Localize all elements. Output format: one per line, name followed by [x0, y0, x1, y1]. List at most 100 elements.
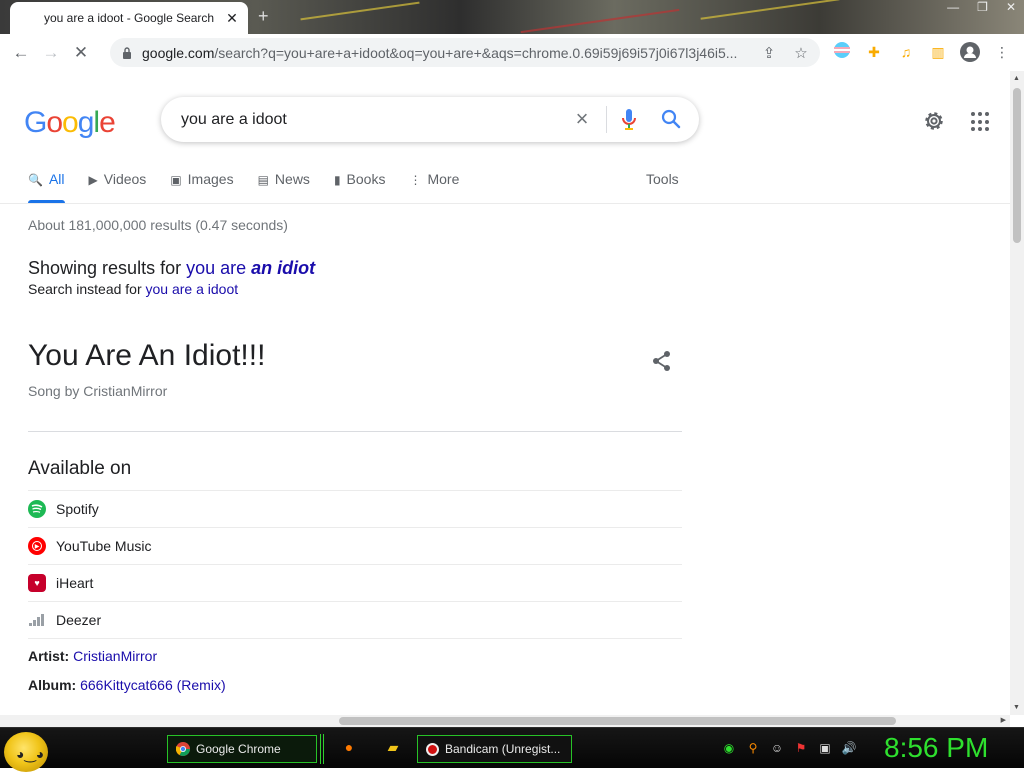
- available-on-heading: Available on: [28, 458, 132, 479]
- provider-row[interactable]: Spotify: [28, 490, 682, 527]
- original-query-link[interactable]: you are a idoot: [146, 281, 239, 297]
- microphone-icon[interactable]: [622, 109, 636, 131]
- provider-name: Deezer: [56, 612, 102, 628]
- tray-volume-icon[interactable]: 🔊: [841, 740, 857, 756]
- chrome-icon: [176, 742, 190, 756]
- tray-search-icon[interactable]: ⚲: [745, 740, 761, 756]
- lock-icon: [123, 46, 131, 59]
- deezer-icon: [28, 611, 46, 629]
- search-icon: 🔍: [28, 173, 43, 187]
- image-icon: ▣: [170, 173, 182, 187]
- artist-link[interactable]: CristianMirror: [73, 648, 157, 664]
- share-icon[interactable]: [651, 350, 673, 372]
- tabs-divider: [0, 203, 1010, 204]
- spotify-icon: [28, 500, 46, 518]
- taskbar: ◕‿◕ Google Chrome ● ▰ Bandicam (Unregist…: [0, 727, 1024, 772]
- search-icon[interactable]: [661, 109, 681, 129]
- forward-button[interactable]: →: [36, 38, 66, 68]
- scroll-up-arrow-icon[interactable]: ▲: [1013, 75, 1020, 82]
- start-button[interactable]: ◕‿◕: [4, 732, 48, 772]
- knowledge-panel-title: You Are An Idiot!!!: [28, 339, 266, 372]
- tab-books[interactable]: ▮ Books: [334, 171, 386, 203]
- close-window-icon[interactable]: ✕: [1006, 0, 1016, 14]
- search-results-page: Google you are a idoot × 🔍 All ▶ Videos ▣ Ima…: [0, 71, 1010, 715]
- provider-row[interactable]: Deezer: [28, 601, 682, 638]
- taskbar-separator: [320, 734, 324, 764]
- tab-label: News: [274, 171, 310, 187]
- vertical-scrollbar[interactable]: ▲ ▼: [1010, 71, 1024, 715]
- chrome-menu-icon[interactable]: ⋮: [992, 42, 1012, 62]
- smiley-face-icon: ◕‿◕: [16, 746, 45, 762]
- tab-videos[interactable]: ▶ Videos: [89, 171, 147, 203]
- browser-tab[interactable]: you are a idoot - Google Search ✕: [10, 2, 248, 34]
- tab-label: Images: [187, 171, 234, 187]
- tab-label: Videos: [103, 171, 147, 187]
- logo-letter: e: [99, 106, 116, 139]
- share-page-icon[interactable]: ⇪: [760, 44, 778, 62]
- vertical-scroll-thumb[interactable]: [1013, 88, 1021, 243]
- tab-more[interactable]: ⋮ More: [409, 171, 459, 203]
- provider-row[interactable]: ▶ YouTube Music: [28, 527, 682, 564]
- scroll-right-arrow-icon[interactable]: ▶: [1001, 716, 1006, 724]
- horizontal-scroll-thumb[interactable]: [339, 717, 896, 725]
- back-button[interactable]: ←: [6, 38, 36, 68]
- more-icon: ⋮: [409, 173, 422, 187]
- provider-name: iHeart: [56, 575, 94, 591]
- tab-images[interactable]: ▣ Images: [170, 171, 233, 203]
- panel-divider: [28, 431, 682, 432]
- firefox-icon[interactable]: ●: [340, 738, 358, 756]
- album-row: Album: 666Kittycat666 (Remix): [28, 677, 226, 693]
- taskbar-chrome-button[interactable]: Google Chrome: [167, 735, 317, 763]
- media-control-icon[interactable]: ♫: [896, 42, 916, 62]
- maximize-icon[interactable]: ❐: [977, 0, 988, 14]
- address-bar[interactable]: google.com/search?q=you+are+a+idoot&oq=y…: [110, 38, 820, 67]
- youtube-music-icon: ▶: [28, 537, 46, 555]
- clear-search-icon[interactable]: ×: [571, 108, 593, 130]
- profile-avatar-icon[interactable]: [960, 42, 980, 62]
- search-input[interactable]: you are a idoot: [181, 111, 287, 129]
- settings-gear-icon[interactable]: [922, 109, 946, 133]
- minimize-icon[interactable]: —: [947, 0, 959, 14]
- book-icon: ▮: [333, 173, 341, 187]
- tab-all[interactable]: 🔍 All: [28, 171, 65, 203]
- file-explorer-icon[interactable]: ▰: [384, 738, 402, 756]
- logo-letter: o: [62, 106, 79, 139]
- provider-name: YouTube Music: [56, 538, 152, 554]
- search-instead: Search instead for you are a idoot: [28, 281, 239, 297]
- scroll-down-arrow-icon[interactable]: ▼: [1013, 704, 1020, 711]
- logo-letter: G: [24, 106, 47, 139]
- bookmark-star-icon[interactable]: ☆: [792, 44, 810, 62]
- result-stats: About 181,000,000 results (0.47 seconds): [28, 217, 288, 233]
- horizontal-scrollbar[interactable]: ▶: [0, 715, 1010, 727]
- tray-speech-icon[interactable]: ☺: [769, 740, 785, 756]
- tray-network-icon[interactable]: ▣: [817, 740, 833, 756]
- knowledge-panel-subtitle: Song by CristianMirror: [28, 383, 168, 399]
- close-tab-icon[interactable]: ✕: [224, 10, 240, 26]
- search-box[interactable]: you are a idoot ×: [161, 97, 699, 142]
- google-logo[interactable]: Google: [24, 106, 116, 140]
- side-panel-icon[interactable]: ▥: [928, 42, 948, 62]
- iheart-icon: ♥: [28, 574, 46, 592]
- tools-button[interactable]: Tools: [646, 171, 679, 187]
- provider-name: Spotify: [56, 501, 99, 517]
- album-link[interactable]: 666Kittycat666 (Remix): [80, 677, 226, 693]
- taskbar-clock[interactable]: 8:56 PM: [884, 732, 988, 764]
- wallpaper-streak: [300, 1, 420, 21]
- stop-loading-button[interactable]: ✕: [66, 38, 96, 68]
- extension-flag-icon[interactable]: [832, 42, 852, 62]
- tray-record-status-icon[interactable]: ◉: [721, 740, 737, 756]
- video-icon: ▶: [88, 173, 98, 187]
- browser-toolbar: ← → ✕ google.com/search?q=you+are+a+idoo…: [0, 34, 1024, 71]
- google-apps-icon[interactable]: [971, 112, 991, 132]
- bandicam-record-icon: [426, 742, 439, 756]
- tab-label: Books: [346, 171, 386, 187]
- tab-title: you are a idoot - Google Search: [44, 11, 215, 25]
- corrected-query-link[interactable]: you are an idiot: [186, 258, 315, 278]
- provider-row[interactable]: ♥ iHeart: [28, 564, 682, 601]
- new-tab-button[interactable]: +: [258, 6, 269, 27]
- extensions-puzzle-icon[interactable]: ✚: [864, 42, 884, 62]
- provider-list-bottom-rule: [28, 638, 682, 639]
- tab-news[interactable]: ▤ News: [258, 171, 310, 203]
- tray-action-center-flag-icon[interactable]: ⚑: [793, 740, 809, 756]
- taskbar-bandicam-button[interactable]: Bandicam (Unregist...: [417, 735, 572, 763]
